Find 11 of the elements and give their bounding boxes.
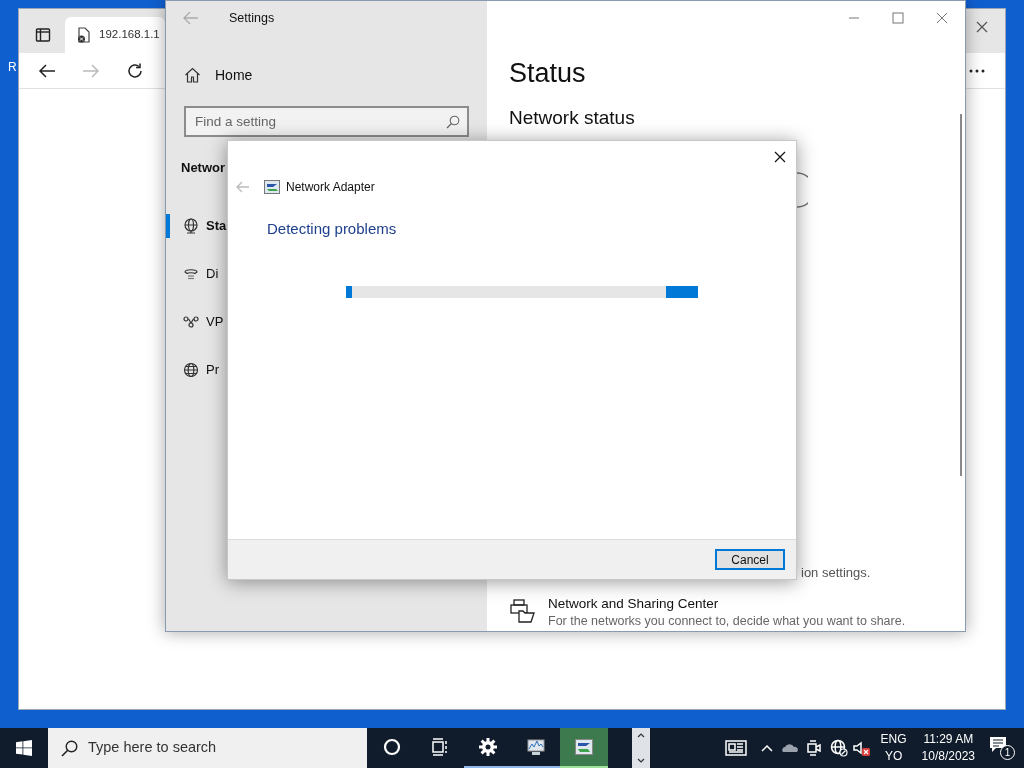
page-title: Status — [508, 57, 587, 90]
notification-count: 1 — [1000, 745, 1015, 760]
dialog-title: Network Adapter — [286, 179, 375, 196]
section-heading: Network status — [508, 106, 636, 130]
section-heading: Networ — [180, 159, 227, 177]
description-text: ion settings. — [800, 564, 872, 582]
description-text: For the networks you connect to, decide what you want to share. — [548, 613, 906, 629]
dialog-heading: Detecting problems — [266, 219, 398, 239]
window-title: Settings — [229, 9, 275, 27]
desktop-icon-label: R — [8, 59, 17, 76]
tab-title: 192.168.1.1 — [99, 27, 160, 43]
